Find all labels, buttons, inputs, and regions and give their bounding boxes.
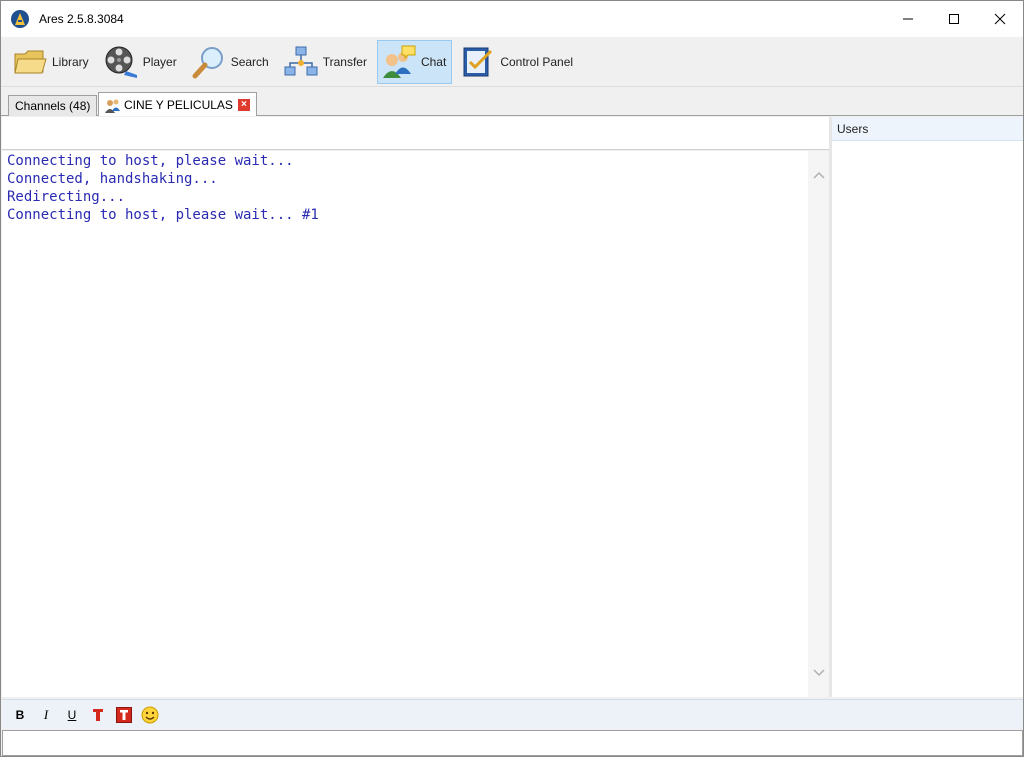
- background-color-icon: [116, 706, 132, 723]
- users-panel: Users: [832, 117, 1023, 697]
- text-color-icon: [93, 708, 103, 721]
- transfer-label: Transfer: [322, 54, 367, 69]
- channel-topic-bar: [2, 117, 829, 150]
- checklist-icon: [460, 44, 496, 80]
- close-button[interactable]: [977, 1, 1023, 37]
- chat-message-input[interactable]: [2, 730, 1023, 756]
- underline-button[interactable]: U: [63, 706, 81, 724]
- control-panel-label: Control Panel: [500, 54, 574, 69]
- tab-close-button[interactable]: ×: [237, 98, 250, 111]
- library-button[interactable]: Library: [8, 40, 95, 84]
- tab-channels-label: Channels (48): [15, 99, 91, 113]
- folder-icon: [12, 44, 48, 80]
- smiley-icon: [141, 706, 159, 723]
- main-toolbar: Library Player Search Transfer Chat Cont…: [1, 37, 1023, 87]
- bold-button[interactable]: B: [11, 706, 29, 724]
- magnifier-icon: [191, 44, 227, 80]
- minimize-icon: [903, 18, 913, 20]
- chat-button[interactable]: Chat: [376, 39, 453, 84]
- search-label: Search: [230, 54, 269, 69]
- scroll-up-button[interactable]: [808, 165, 829, 185]
- tab-channels[interactable]: Channels (48): [8, 95, 98, 116]
- chat-message: Connecting to host, please wait... #1: [7, 207, 319, 223]
- channel-tabs: Channels (48) CINE Y PELICULAS ×: [1, 88, 1023, 116]
- text-color-button[interactable]: [89, 706, 107, 724]
- ares-window: Ares 2.5.8.3084 Library Player Search Tr…: [0, 0, 1024, 757]
- tab-cine-label: CINE Y PELICULAS: [124, 97, 233, 112]
- maximize-icon: [949, 14, 959, 24]
- library-label: Library: [52, 54, 89, 69]
- chat-label: Chat: [420, 54, 447, 69]
- player-label: Player: [142, 54, 177, 69]
- users-header[interactable]: Users: [832, 117, 1023, 141]
- chat-scrollbar[interactable]: [808, 151, 829, 697]
- background-color-button[interactable]: [115, 706, 133, 724]
- chat-message: Connected, handshaking...: [7, 171, 218, 187]
- chat-message: Connecting to host, please wait...: [7, 153, 294, 169]
- chat-message: Redirecting...: [7, 189, 126, 205]
- ares-logo-icon: [11, 10, 29, 28]
- film-reel-icon: [103, 44, 139, 80]
- control-panel-button[interactable]: Control Panel: [456, 40, 579, 84]
- users-icon: [105, 99, 120, 113]
- player-button[interactable]: Player: [99, 40, 183, 84]
- chat-log[interactable]: Connecting to host, please wait... Conne…: [2, 151, 808, 697]
- italic-button[interactable]: I: [37, 706, 55, 724]
- network-icon: [283, 44, 319, 80]
- chevron-down-icon: [812, 669, 825, 677]
- close-icon: [994, 13, 1006, 25]
- format-toolbar: B I U: [2, 699, 1023, 729]
- search-button[interactable]: Search: [187, 40, 275, 84]
- minimize-button[interactable]: [885, 1, 931, 37]
- scroll-down-button[interactable]: [808, 663, 829, 683]
- window-title: Ares 2.5.8.3084: [39, 12, 124, 26]
- chat-users-icon: [381, 44, 417, 80]
- emoticon-button[interactable]: [141, 706, 159, 724]
- chevron-up-icon: [812, 171, 825, 179]
- window-controls: [885, 1, 1023, 37]
- title-bar: Ares 2.5.8.3084: [1, 1, 1023, 37]
- tab-cine-y-peliculas[interactable]: CINE Y PELICULAS ×: [98, 92, 257, 116]
- transfer-button[interactable]: Transfer: [279, 40, 373, 84]
- maximize-button[interactable]: [931, 1, 977, 37]
